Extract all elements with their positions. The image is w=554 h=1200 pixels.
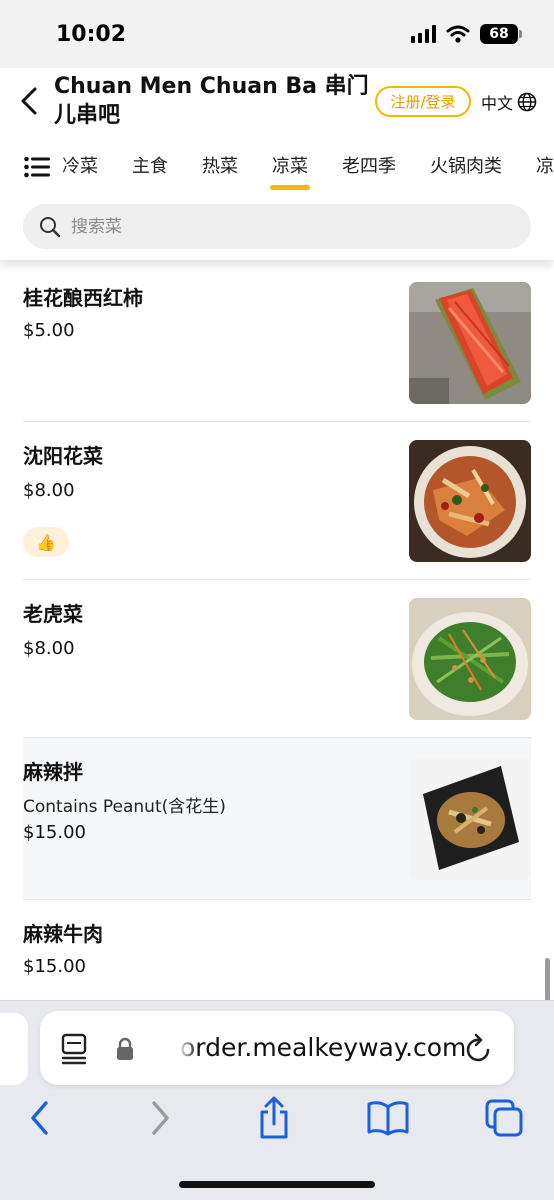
tabs-button[interactable] — [482, 1095, 526, 1141]
dish-price: $5.00 — [23, 320, 75, 341]
store-name: Chuan Men Chuan Ba 串门儿串吧 — [54, 74, 369, 128]
list-item[interactable]: 麻辣牛肉 $15.00 — [23, 900, 531, 1000]
tabs-icon — [485, 1099, 523, 1137]
browser-back-button[interactable] — [18, 1095, 62, 1141]
language-label: 中文 — [481, 94, 514, 113]
search-icon — [40, 216, 61, 237]
spicy-mix-photo[interactable] — [409, 758, 531, 880]
cellular-signal-icon — [411, 25, 436, 43]
list-item[interactable]: 老虎菜 $8.00 — [23, 580, 531, 738]
browser-chrome: order.mealkeyway.com — [0, 1000, 554, 1200]
dish-price: $15.00 — [23, 822, 86, 843]
tab-cold-skewers[interactable]: 凉串 — [536, 152, 554, 188]
category-tabs-bar: 冷菜 主食 热菜 凉菜 老四季 火锅肉类 凉串 — [0, 138, 554, 194]
tab-cold-dishes[interactable]: 冷菜 — [62, 152, 98, 188]
book-icon — [367, 1101, 409, 1136]
url-text: order.mealkeyway.com — [180, 1033, 467, 1062]
page-menu-icon[interactable] — [60, 1033, 88, 1065]
dish-name: 麻辣拌 — [23, 760, 83, 784]
dish-name: 沈阳花菜 — [23, 444, 103, 468]
dish-name: 老虎菜 — [23, 602, 83, 626]
dish-price: $8.00 — [23, 480, 75, 501]
green-salad-photo[interactable] — [409, 598, 531, 720]
store-header: Chuan Men Chuan Ba 串门儿串吧 注册/登录 中文 — [0, 68, 554, 138]
dish-price: $15.00 — [23, 956, 86, 977]
search-box[interactable] — [23, 204, 531, 249]
status-icons: 68 — [411, 24, 522, 44]
register-login-button[interactable]: 注册/登录 — [375, 86, 471, 117]
status-bar: 10:02 68 — [0, 0, 554, 68]
tab-four-seasons[interactable]: 老四季 — [342, 152, 396, 188]
reload-icon[interactable] — [464, 1033, 494, 1065]
language-selector[interactable]: 中文 — [481, 90, 537, 114]
bookmarks-button[interactable] — [366, 1095, 410, 1141]
tab-staple-food[interactable]: 主食 — [132, 152, 168, 188]
sliced-tomato-photo[interactable] — [409, 282, 531, 404]
list-item[interactable]: 麻辣拌 Contains Peanut(含花生) $15.00 — [23, 738, 531, 900]
search-input[interactable] — [71, 216, 491, 237]
category-menu-icon[interactable] — [24, 156, 50, 178]
tab-cold-salads[interactable]: 凉菜 — [270, 152, 310, 190]
thumbs-up-badge: 👍 — [23, 527, 69, 557]
browser-forward-button[interactable] — [138, 1095, 182, 1141]
share-icon — [260, 1096, 288, 1139]
wifi-icon — [446, 25, 470, 43]
dish-name: 桂花酿西红柿 — [23, 286, 143, 310]
list-item[interactable]: 沈阳花菜 $8.00 👍 — [23, 422, 531, 580]
dish-price: $8.00 — [23, 638, 75, 659]
dish-name: 麻辣牛肉 — [23, 922, 103, 946]
status-time: 10:02 — [56, 22, 127, 47]
tab-hotpot-meats[interactable]: 火锅肉类 — [430, 152, 502, 188]
forward-arrow-icon — [152, 1101, 169, 1135]
back-arrow-icon — [31, 1101, 48, 1135]
address-bar[interactable]: order.mealkeyway.com — [40, 1011, 514, 1085]
search-area — [0, 194, 554, 260]
globe-icon — [517, 92, 537, 112]
tabs-fade — [52, 150, 66, 180]
tab-hot-dishes[interactable]: 热菜 — [202, 152, 238, 188]
lock-icon — [117, 1037, 133, 1060]
url-fade — [178, 1031, 198, 1067]
list-item[interactable]: 桂花酿西红柿 $5.00 — [23, 262, 531, 422]
back-chevron-icon[interactable] — [18, 86, 42, 116]
spicy-cabbage-photo[interactable] — [409, 440, 531, 562]
previous-tab-preview[interactable] — [0, 1013, 28, 1085]
share-button[interactable] — [252, 1095, 296, 1141]
home-indicator — [179, 1181, 375, 1188]
battery-icon: 68 — [480, 24, 522, 44]
dish-allergen-note: Contains Peanut(含花生) — [23, 797, 226, 817]
category-tabs: 冷菜 主食 热菜 凉菜 老四季 火锅肉类 凉串 — [62, 152, 554, 190]
scrollbar[interactable] — [545, 958, 550, 1002]
